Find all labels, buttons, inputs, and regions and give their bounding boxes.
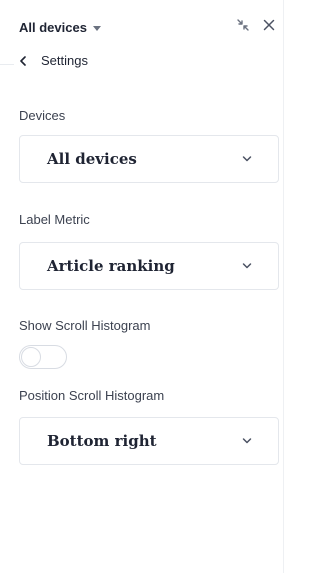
close-icon <box>263 19 275 31</box>
panel-header: All devices <box>0 0 284 40</box>
divider <box>0 64 14 65</box>
collapse-button[interactable] <box>236 18 250 32</box>
chevron-down-icon <box>242 156 252 162</box>
settings-panel: All devices Settings Devices All devices… <box>0 0 284 573</box>
device-switcher[interactable]: All devices <box>19 20 101 35</box>
caret-down-icon <box>92 25 101 31</box>
position-scroll-histogram-select[interactable]: Bottom right <box>19 417 279 465</box>
chevron-down-icon <box>242 263 252 269</box>
devices-select[interactable]: All devices <box>19 135 279 183</box>
collapse-arrows-icon <box>237 19 249 31</box>
devices-label: Devices <box>19 108 66 123</box>
devices-select-value: All devices <box>47 150 137 168</box>
toggle-knob <box>21 347 41 367</box>
position-scroll-histogram-label: Position Scroll Histogram <box>19 388 165 403</box>
show-scroll-histogram-label: Show Scroll Histogram <box>19 318 151 333</box>
show-scroll-histogram-toggle[interactable] <box>19 345 67 369</box>
position-scroll-histogram-select-value: Bottom right <box>47 432 157 450</box>
close-button[interactable] <box>262 18 276 32</box>
label-metric-select-value: Article ranking <box>47 257 175 275</box>
header-actions <box>236 18 276 32</box>
chevron-down-icon <box>242 438 252 444</box>
device-switcher-label: All devices <box>19 20 87 35</box>
back-label: Settings <box>41 53 88 68</box>
label-metric-label: Label Metric <box>19 212 90 227</box>
chevron-left-icon <box>20 55 26 66</box>
label-metric-select[interactable]: Article ranking <box>19 242 279 290</box>
back-to-settings[interactable]: Settings <box>19 53 88 68</box>
